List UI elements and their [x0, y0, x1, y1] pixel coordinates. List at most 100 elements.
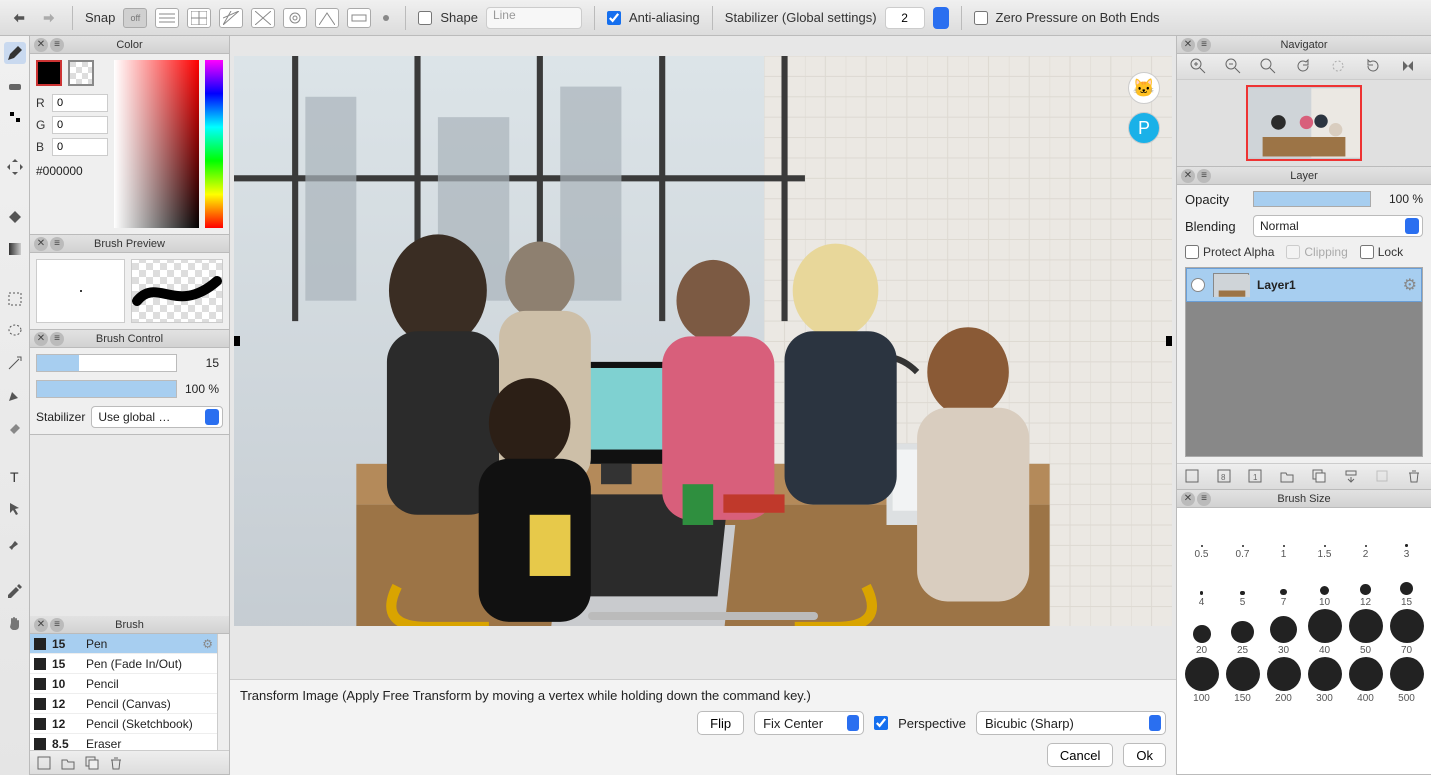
brush-opacity-slider[interactable] [36, 380, 177, 398]
brush-size-cell[interactable]: 25 [1222, 608, 1263, 656]
brush-row[interactable]: 12Pencil (Sketchbook) [30, 714, 217, 734]
rotate-ccw-icon[interactable] [1294, 57, 1314, 77]
lock-checkbox[interactable]: Lock [1360, 245, 1403, 259]
hex-value[interactable]: #000000 [36, 164, 108, 178]
snap-diag-button[interactable] [251, 8, 275, 28]
b-input[interactable] [52, 138, 108, 156]
menu-icon[interactable]: ≡ [50, 618, 64, 632]
eyedropper-tool[interactable] [4, 580, 26, 602]
gear-icon[interactable]: ⚙ [202, 637, 213, 651]
transform-handle-right[interactable] [1166, 336, 1172, 346]
snap-dot-button[interactable] [379, 7, 393, 29]
gradient-tool[interactable] [4, 238, 26, 260]
brush-size-cell[interactable]: 4 [1181, 560, 1222, 608]
delete-layer-icon[interactable] [1406, 468, 1424, 486]
pointer-tool[interactable] [4, 498, 26, 520]
brush-size-cell[interactable]: 10 [1304, 560, 1345, 608]
new-1bit-layer-icon[interactable]: 1 [1247, 468, 1265, 486]
brush-row[interactable]: 12Pencil (Canvas) [30, 694, 217, 714]
close-icon[interactable]: ✕ [1181, 169, 1195, 183]
foreground-swatch[interactable] [36, 60, 62, 86]
snap-iso-button[interactable] [219, 8, 243, 28]
stabilizer-input[interactable] [885, 7, 925, 29]
flip-h-icon[interactable] [1399, 57, 1419, 77]
brush-size-cell[interactable]: 40 [1304, 608, 1345, 656]
brush-size-cell[interactable]: 50 [1345, 608, 1386, 656]
protect-alpha-checkbox[interactable]: Protect Alpha [1185, 245, 1274, 259]
brush-size-cell[interactable]: 200 [1263, 656, 1304, 704]
lasso-tool[interactable] [4, 320, 26, 342]
r-input[interactable] [52, 94, 108, 112]
antialias-checkbox[interactable] [607, 11, 621, 25]
new-layer-icon[interactable] [1184, 468, 1202, 486]
snap-grid-2-button[interactable] [187, 8, 211, 28]
menu-icon[interactable]: ≡ [1197, 492, 1211, 506]
text-tool[interactable]: T [4, 466, 26, 488]
snap-ruler-button[interactable] [347, 8, 371, 28]
close-icon[interactable]: ✕ [1181, 492, 1195, 506]
flip-button[interactable]: Flip [697, 711, 744, 735]
shape-select[interactable]: Line [486, 7, 582, 29]
navigator-thumbnail-area[interactable] [1177, 80, 1431, 166]
brush-list[interactable]: 15Pen⚙15Pen (Fade In/Out)10Pencil12Penci… [30, 634, 217, 750]
brush-opacity-value[interactable]: 100 % [183, 382, 223, 396]
new-8bit-layer-icon[interactable]: 8 [1216, 468, 1234, 486]
snap-off-button[interactable]: off [123, 8, 147, 28]
color-field[interactable] [114, 60, 199, 228]
duplicate-icon[interactable] [84, 755, 100, 771]
layer-visibility-toggle[interactable] [1191, 278, 1205, 292]
perspective-checkbox[interactable] [874, 716, 888, 730]
brush-size-cell[interactable]: 150 [1222, 656, 1263, 704]
brush-size-cell[interactable]: 1.5 [1304, 512, 1345, 560]
background-swatch[interactable] [68, 60, 94, 86]
menu-icon[interactable]: ≡ [1197, 169, 1211, 183]
brush-stabilizer-select[interactable]: Use global settings [91, 406, 223, 428]
canvas[interactable]: 🐱 P [234, 56, 1172, 626]
g-input[interactable] [52, 116, 108, 134]
brush-size-cell[interactable]: 3 [1386, 512, 1427, 560]
brush-size-cell[interactable]: 0.5 [1181, 512, 1222, 560]
interp-select[interactable]: Bicubic (Sharp) [976, 711, 1166, 735]
brush-size-cell[interactable]: 15 [1386, 560, 1427, 608]
brush-row[interactable]: 15Pen⚙ [30, 634, 217, 654]
eraser-tool[interactable] [4, 74, 26, 96]
cancel-button[interactable]: Cancel [1047, 743, 1113, 767]
hue-slider[interactable] [205, 60, 223, 228]
ok-button[interactable]: Ok [1123, 743, 1166, 767]
select-pen-tool[interactable] [4, 384, 26, 406]
menu-icon[interactable]: ≡ [1197, 38, 1211, 52]
duplicate-layer-icon[interactable] [1311, 468, 1329, 486]
brush-size-cell[interactable]: 12 [1345, 560, 1386, 608]
redo-icon[interactable] [38, 7, 60, 29]
snap-radial-button[interactable] [283, 8, 307, 28]
brush-size-cell[interactable]: 500 [1386, 656, 1427, 704]
folder-icon[interactable] [60, 755, 76, 771]
brush-size-cell[interactable]: 70 [1386, 608, 1427, 656]
menu-icon[interactable]: ≡ [50, 332, 64, 346]
close-icon[interactable]: ✕ [1181, 38, 1195, 52]
layer-item[interactable]: Layer1 ⚙ [1186, 268, 1422, 302]
canvas-viewport[interactable]: 🐱 P [230, 36, 1176, 679]
canvas-hscroll[interactable] [588, 612, 818, 620]
brush-size-cell[interactable]: 0.7 [1222, 512, 1263, 560]
layer-name[interactable]: Layer1 [1257, 278, 1395, 292]
new-brush-icon[interactable] [36, 755, 52, 771]
menu-icon[interactable]: ≡ [50, 237, 64, 251]
brush-row[interactable]: 8.5Eraser [30, 734, 217, 750]
brush-size-cell[interactable]: 20 [1181, 608, 1222, 656]
zoom-in-icon[interactable] [1189, 57, 1209, 77]
close-icon[interactable]: ✕ [34, 618, 48, 632]
brush-size-slider[interactable] [36, 354, 177, 372]
rotate-reset-icon[interactable] [1329, 57, 1349, 77]
brush-size-cell[interactable]: 30 [1263, 608, 1304, 656]
close-icon[interactable]: ✕ [34, 332, 48, 346]
brush-size-cell[interactable]: 400 [1345, 656, 1386, 704]
brush-list-scrollbar[interactable] [217, 634, 229, 750]
brush-size-cell[interactable]: 100 [1181, 656, 1222, 704]
clear-layer-icon[interactable] [1374, 468, 1392, 486]
close-icon[interactable]: ✕ [34, 38, 48, 52]
dot-tool[interactable] [4, 106, 26, 128]
stabilizer-stepper[interactable] [933, 7, 949, 29]
bucket-tool[interactable] [4, 206, 26, 228]
brush-row[interactable]: 15Pen (Fade In/Out) [30, 654, 217, 674]
